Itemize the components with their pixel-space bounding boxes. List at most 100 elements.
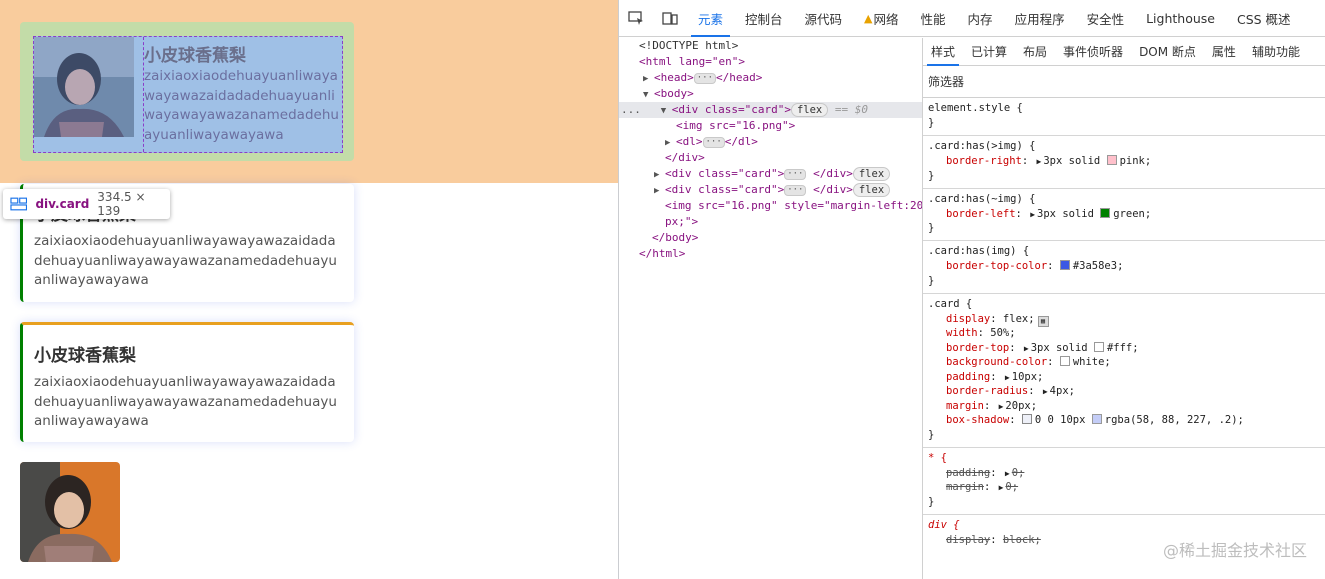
tab-elements[interactable]: 元素: [687, 0, 734, 37]
tab-security[interactable]: 安全性: [1076, 0, 1136, 37]
property-name[interactable]: display: [946, 313, 990, 325]
style-property[interactable]: border-top-color: #3a58e3;: [928, 259, 1321, 274]
expand-triangle-icon[interactable]: ▶: [999, 483, 1004, 492]
color-swatch-icon[interactable]: [1059, 356, 1070, 366]
color-swatch-icon[interactable]: [1100, 207, 1111, 218]
row-menu-dots[interactable]: ...: [621, 103, 641, 116]
subtab-properties[interactable]: 属性: [1204, 38, 1244, 66]
dom-img-styled[interactable]: <img src="16.png" style="margin-left:20: [665, 198, 922, 214]
flex-badge[interactable]: flex: [790, 103, 829, 117]
dom-div-card-row[interactable]: ▶ <div class="card"> ··· </div> flex: [654, 182, 891, 199]
color-swatch-icon[interactable]: [1091, 414, 1102, 424]
subtab-layout[interactable]: 布局: [1015, 38, 1055, 66]
expand-triangle-icon[interactable]: ▶: [1024, 344, 1029, 353]
rule-selector[interactable]: .card:has(>img) {: [928, 139, 1321, 154]
property-value[interactable]: 3px solid: [1037, 208, 1094, 220]
color-swatch-icon[interactable]: [1059, 260, 1070, 270]
style-property[interactable]: padding: ▶ 10px;: [928, 370, 1321, 385]
rule-selector[interactable]: .card {: [928, 297, 1321, 312]
property-name[interactable]: padding: [946, 467, 990, 479]
expand-triangle-icon[interactable]: ▶: [1043, 387, 1048, 396]
style-rule[interactable]: * { padding: ▶ 0; margin: ▶ 0; }: [923, 448, 1325, 515]
property-value[interactable]: 50%;: [990, 327, 1015, 339]
card-highlighted[interactable]: 小皮球香蕉梨 zaixiaoxiaodehuayuanliwayawayawaz…: [20, 22, 354, 161]
property-name[interactable]: border-right: [946, 155, 1022, 167]
tab-network[interactable]: ▲ 网络: [853, 0, 909, 37]
property-value[interactable]: 4px;: [1050, 385, 1075, 397]
rule-selector[interactable]: div {: [928, 518, 1321, 533]
style-rule[interactable]: .card:has(~img) { border-left: ▶ 3px soli…: [923, 189, 1325, 241]
expand-triangle-icon[interactable]: ▶: [643, 71, 654, 87]
property-value[interactable]: 10px;: [1012, 371, 1044, 383]
property-color[interactable]: #3a58e3: [1073, 260, 1117, 272]
property-name[interactable]: margin: [946, 481, 984, 493]
expand-triangle-icon[interactable]: ▶: [1005, 469, 1010, 478]
dom-selected-div-row[interactable]: ... ▼ <div class="card"> flex == $0: [621, 102, 868, 118]
dom-div-close[interactable]: </div>: [665, 150, 705, 166]
inspect-icon[interactable]: [619, 0, 653, 37]
device-toolbar-icon[interactable]: [653, 0, 687, 37]
property-value[interactable]: 0;: [1012, 467, 1025, 479]
color-swatch-icon[interactable]: [1106, 155, 1117, 165]
shadow-editor-icon[interactable]: [1021, 414, 1032, 424]
property-value[interactable]: 0;: [1005, 481, 1018, 493]
expand-triangle-icon[interactable]: ▶: [999, 402, 1004, 411]
property-color[interactable]: green: [1113, 208, 1145, 220]
style-rule[interactable]: .card:has(>img) { border-right: ▶ 3px sol…: [923, 136, 1325, 189]
property-value[interactable]: 3px solid: [1043, 155, 1100, 167]
rule-selector[interactable]: .card:has(~img) {: [928, 192, 1321, 207]
property-name[interactable]: border-left: [946, 208, 1016, 220]
property-value[interactable]: flex;: [1003, 313, 1035, 325]
property-name[interactable]: display: [946, 534, 990, 546]
dom-doctype[interactable]: <!DOCTYPE html>: [639, 38, 738, 54]
style-property[interactable]: margin: ▶ 20px;: [928, 399, 1321, 414]
property-value[interactable]: block;: [1003, 534, 1041, 546]
style-property[interactable]: box-shadow: 0 0 10px rgba(58, 88, 227, .…: [928, 413, 1321, 428]
dom-html-close[interactable]: </html>: [639, 246, 685, 262]
subtab-accessibility[interactable]: 辅助功能: [1244, 38, 1308, 66]
style-rule[interactable]: .card { display: flex; ▦ width: 50%; bord…: [923, 294, 1325, 448]
dom-head-row[interactable]: ▶ <head> ··· </head>: [643, 70, 762, 86]
tab-css-overview[interactable]: CSS 概述: [1226, 0, 1302, 37]
style-property[interactable]: border-radius: ▶ 4px;: [928, 384, 1321, 399]
property-color[interactable]: pink: [1120, 155, 1145, 167]
style-property-overridden[interactable]: margin: ▶ 0;: [928, 480, 1321, 495]
property-value[interactable]: 20px;: [1005, 400, 1037, 412]
style-property-overridden[interactable]: padding: ▶ 0;: [928, 466, 1321, 481]
tab-sources[interactable]: 源代码: [794, 0, 854, 37]
ellipsis-badge[interactable]: ···: [702, 136, 725, 148]
style-property[interactable]: width: 50%;: [928, 326, 1321, 341]
expand-triangle-icon[interactable]: ▶: [665, 135, 676, 151]
property-name[interactable]: width: [946, 327, 978, 339]
subtab-dom-breakpoints[interactable]: DOM 断点: [1131, 38, 1204, 66]
property-value[interactable]: 0 0 10px: [1035, 414, 1086, 426]
dom-img[interactable]: <img src="16.png">: [676, 118, 795, 134]
expand-triangle-icon[interactable]: ▶: [654, 183, 665, 199]
property-name[interactable]: border-top-color: [946, 260, 1047, 272]
property-name[interactable]: box-shadow: [946, 414, 1009, 426]
property-color[interactable]: #fff: [1107, 342, 1132, 354]
collapse-triangle-icon[interactable]: ▼: [643, 87, 654, 103]
style-rule[interactable]: element.style { }: [923, 98, 1325, 136]
dom-div-card-row[interactable]: ▶ <div class="card"> ··· </div> flex: [654, 166, 891, 183]
property-color[interactable]: white: [1073, 356, 1105, 368]
tab-performance[interactable]: 性能: [910, 0, 957, 37]
rule-selector[interactable]: element.style {: [928, 101, 1321, 116]
style-property[interactable]: border-right: ▶ 3px solid pink;: [928, 154, 1321, 169]
dom-body-row[interactable]: ▼ <body>: [643, 86, 694, 102]
ellipsis-badge[interactable]: ···: [693, 72, 717, 84]
property-value[interactable]: 3px solid: [1031, 342, 1088, 354]
expand-triangle-icon[interactable]: ▶: [654, 167, 665, 183]
rule-selector[interactable]: * {: [928, 451, 1321, 466]
rule-selector[interactable]: .card:has(img) {: [928, 244, 1321, 259]
property-color[interactable]: rgba(58, 88, 227, .2): [1105, 414, 1238, 426]
tab-memory[interactable]: 内存: [957, 0, 1004, 37]
ellipsis-badge[interactable]: ···: [784, 184, 807, 196]
expand-triangle-icon[interactable]: ▶: [1005, 373, 1010, 382]
style-property[interactable]: border-left: ▶ 3px solid green;: [928, 207, 1321, 222]
flexbox-editor-icon[interactable]: ▦: [1037, 315, 1049, 327]
style-property[interactable]: background-color: white;: [928, 355, 1321, 370]
property-name[interactable]: border-radius: [946, 385, 1028, 397]
expand-triangle-icon[interactable]: ▶: [1037, 157, 1042, 166]
card[interactable]: 小皮球香蕉梨 zaixiaoxiaodehuayuanliwayawayawaz…: [20, 322, 354, 442]
